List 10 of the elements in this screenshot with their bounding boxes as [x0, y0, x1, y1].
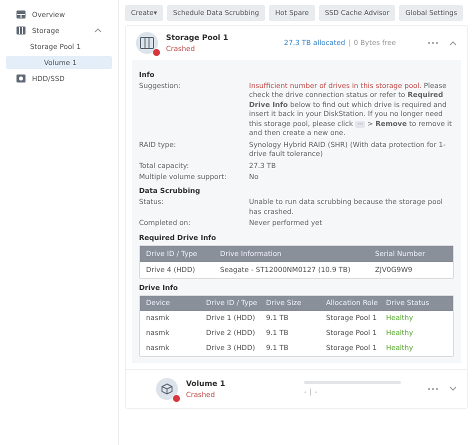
more-icon[interactable] [427, 41, 439, 45]
volume-icon [156, 378, 178, 400]
collapse-icon[interactable] [94, 28, 102, 33]
drive-icon [16, 74, 26, 83]
more-icon[interactable] [427, 386, 439, 391]
storage-icon [16, 26, 26, 35]
expand-icon[interactable] [449, 386, 457, 392]
storage-pool-icon [136, 32, 158, 54]
collapse-icon[interactable] [449, 40, 457, 46]
dashboard-icon [16, 10, 26, 19]
